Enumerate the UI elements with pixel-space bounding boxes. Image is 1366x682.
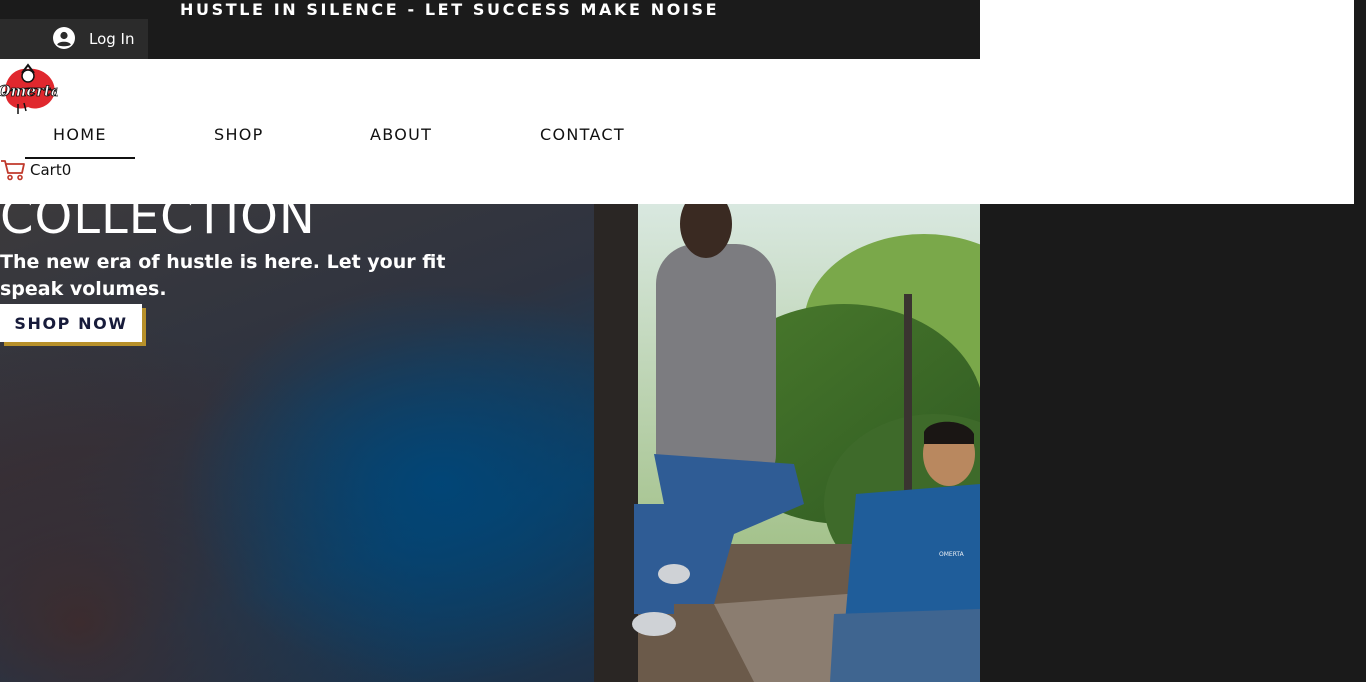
cart-count: 0: [61, 161, 72, 179]
svg-text:Omerta: Omerta: [0, 82, 58, 100]
page-background-right: [980, 204, 1366, 682]
hero-text-panel: COLLECTION The new era of hustle is here…: [0, 204, 594, 682]
nav-contact[interactable]: CONTACT: [540, 123, 625, 159]
shirt-print: OMERTA: [939, 551, 965, 558]
nav-about[interactable]: ABOUT: [370, 123, 432, 159]
user-avatar-icon: [53, 27, 75, 49]
nav-home[interactable]: HOME: [25, 123, 135, 159]
login-label: Log In: [89, 30, 135, 48]
announcement-bar: HUSTLE IN SILENCE - LET SUCCESS MAKE NOI…: [0, 0, 980, 59]
cart-button[interactable]: Cart0: [0, 158, 71, 182]
hero-photo: OMERTA: [594, 204, 980, 682]
hero-section: COLLECTION The new era of hustle is here…: [0, 204, 980, 682]
tagline: HUSTLE IN SILENCE - LET SUCCESS MAKE NOI…: [180, 0, 720, 19]
cart-label: Cart0: [30, 161, 72, 179]
omerta-logo[interactable]: Omerta: [0, 61, 58, 115]
login-button[interactable]: Log In: [0, 19, 148, 59]
hero-heading: COLLECTION: [0, 204, 316, 245]
shop-now-button[interactable]: SHOP NOW: [0, 304, 142, 342]
site-header: Omerta HOME SHOP ABOUT CONTACT Cart0: [0, 59, 1354, 204]
main-nav: HOME SHOP ABOUT CONTACT: [0, 123, 700, 159]
nav-shop[interactable]: SHOP: [214, 123, 264, 159]
hero-subheading: The new era of hustle is here. Let your …: [0, 251, 446, 300]
header-background-strip: [980, 0, 1354, 59]
shopping-cart-icon: [1, 160, 25, 181]
